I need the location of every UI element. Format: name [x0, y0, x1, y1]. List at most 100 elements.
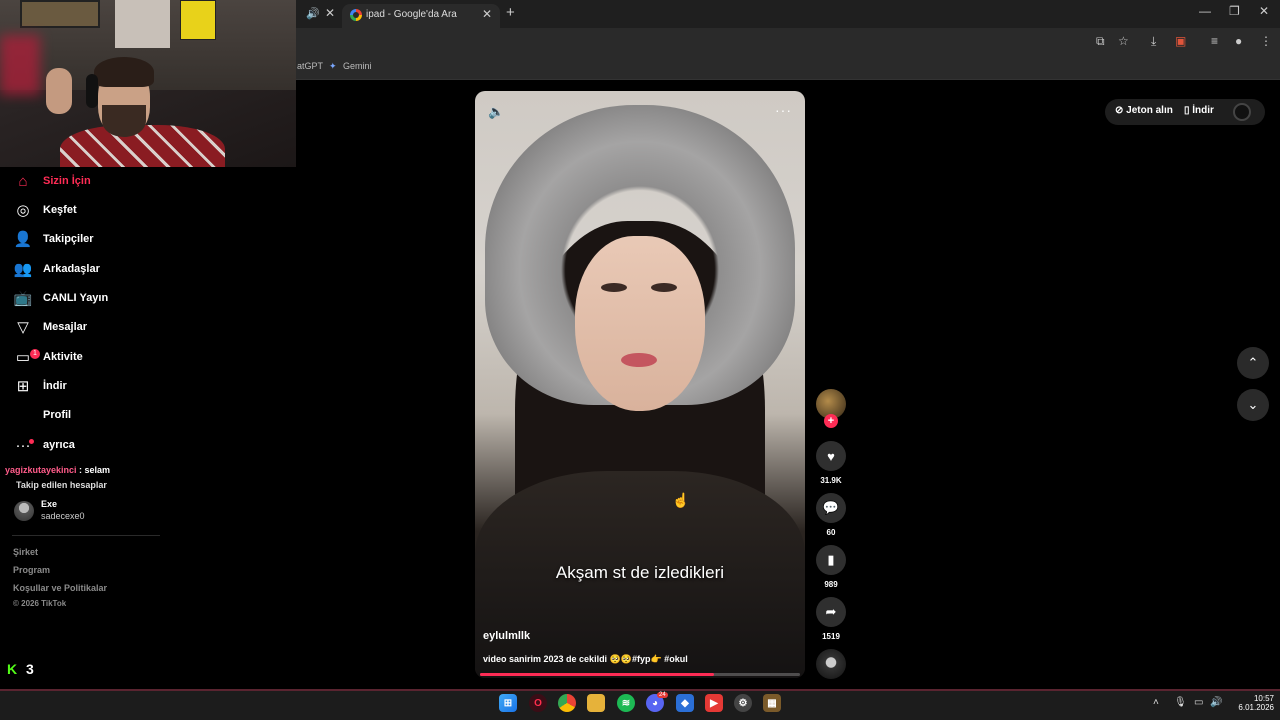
headset-icon	[86, 74, 98, 108]
webcam-person-beard	[102, 105, 146, 137]
speaker-icon[interactable]: 🔊	[1210, 697, 1222, 708]
star-icon[interactable]: ☆	[1118, 34, 1129, 48]
tab-close-icon[interactable]: ✕	[482, 7, 492, 21]
footer-link-company[interactable]: Şirket	[13, 547, 38, 557]
bookmark-gemini[interactable]: Gemini	[343, 61, 372, 71]
webcam-poster	[20, 0, 100, 28]
footer-link-program[interactable]: Program	[13, 565, 50, 575]
sidebar-item-label: Mesajlar	[43, 321, 88, 333]
more-icon: ···	[13, 435, 34, 455]
google-icon	[350, 9, 362, 21]
footer-link-terms[interactable]: Koşullar ve Politikalar	[13, 583, 107, 593]
install-icon[interactable]: ⧉	[1096, 34, 1105, 49]
display-icon[interactable]: ▭	[1194, 697, 1203, 708]
clock-time: 10:57	[1253, 694, 1274, 703]
video-progress-fill	[480, 673, 714, 676]
sidebar-item-download[interactable]: ⊞ İndir	[13, 373, 193, 399]
follow-plus-icon[interactable]: +	[824, 414, 838, 428]
bookmark-chatgpt[interactable]: atGPT	[297, 61, 323, 71]
sidebar-item-friends[interactable]: 👥 Arkadaşlar	[13, 256, 193, 282]
webcam-overlay	[0, 0, 296, 167]
sidebar-item-explore[interactable]: ◎ Keşfet	[13, 197, 193, 223]
steam-icon[interactable]: ⚙	[734, 694, 752, 712]
translate-icon[interactable]: ▣	[1175, 34, 1186, 48]
speaker-icon[interactable]: 🔊	[306, 7, 320, 20]
app-icon[interactable]: ◆	[676, 694, 694, 712]
close-icon[interactable]: ✕	[325, 6, 335, 20]
save-button[interactable]: ▮	[816, 545, 846, 575]
menu-icon[interactable]: ⋮	[1260, 34, 1272, 48]
volume-icon[interactable]: 🔈	[488, 104, 504, 120]
sidebar-item-messages[interactable]: ▽ Mesajlar	[13, 314, 193, 340]
next-video-button[interactable]: ⌄	[1237, 389, 1269, 421]
download-app-button[interactable]: ▯ İndir	[1184, 105, 1214, 116]
window-close-icon[interactable]: ✕	[1259, 4, 1269, 18]
sidebar-item-label: Sizin İçin	[43, 175, 91, 187]
restore-icon[interactable]: ❐	[1229, 4, 1240, 18]
avatar[interactable]	[14, 501, 34, 521]
music-disc-icon[interactable]	[816, 649, 846, 679]
gemini-icon: ✦	[329, 61, 337, 71]
sidebar-item-live[interactable]: 📺 CANLI Yayın	[13, 285, 193, 311]
save-count: 989	[824, 580, 838, 589]
comment-count: 60	[826, 528, 836, 537]
browser-tab[interactable]: ipad - Google'da Ara ✕	[342, 4, 500, 28]
opera-icon[interactable]: O	[529, 694, 547, 712]
discord-badge: 24	[657, 692, 668, 698]
comment-button[interactable]: 💬	[816, 493, 846, 523]
share-icon: ➦	[825, 604, 837, 619]
video-subtitle: Akşam st de izledikleri	[555, 563, 725, 582]
coin-icon: ⊘	[1115, 105, 1127, 116]
video-player[interactable]: 🔈 ··· Akşam st de izledikleri eylulmllk …	[475, 91, 805, 678]
windows-start-icon[interactable]: ⊞	[499, 694, 517, 712]
new-tab-button[interactable]: +	[506, 4, 515, 21]
messages-icon: ▽	[17, 319, 29, 336]
minecraft-icon[interactable]: ▦	[763, 694, 781, 712]
sidebar-item-activity[interactable]: ▭ 1 Aktivite	[13, 344, 193, 370]
top-actions: ⊘ Jeton alın ▯ İndir	[1105, 99, 1265, 125]
chevron-up-icon[interactable]: ˄	[1153, 697, 1159, 708]
home-icon: ⌂	[18, 172, 28, 190]
sidebar-item-for-you[interactable]: ⌂ Sizin İçin	[13, 168, 193, 194]
obs-icon[interactable]: ▶	[705, 694, 723, 712]
download-icon[interactable]: ⤓	[1151, 34, 1156, 49]
minimize-icon[interactable]: —	[1199, 4, 1211, 18]
stream-chat-message: yagizkutayekinci : selam	[5, 465, 110, 475]
webcam-poster	[115, 0, 170, 48]
chevron-down-icon: ⌄	[1247, 397, 1259, 412]
like-count: 31.9K	[820, 476, 842, 485]
get-coins-button[interactable]: ⊘ Jeton alın	[1115, 105, 1173, 116]
friends-icon: 👥	[13, 261, 33, 278]
previous-video-button[interactable]: ⌃	[1237, 347, 1269, 379]
account-handle[interactable]: sadecexe0	[41, 511, 85, 521]
avatar[interactable]: ●	[1235, 34, 1242, 48]
taskbar-clock[interactable]: 10:57 6.01.2026	[1234, 694, 1274, 712]
chevron-up-icon: ⌃	[1247, 355, 1259, 370]
divider	[12, 535, 160, 536]
clock-date: 6.01.2026	[1238, 703, 1274, 712]
account-name[interactable]: Exe	[41, 499, 57, 509]
copyright: © 2026 TikTok	[13, 599, 67, 608]
avatar[interactable]	[1233, 103, 1251, 121]
video-caption: video sanirim 2023 de cekildi 🥺🥺#fyp👉 #o…	[483, 654, 688, 664]
sidebar-item-label: Arkadaşlar	[43, 263, 100, 275]
folder-icon[interactable]	[587, 694, 605, 712]
chrome-icon[interactable]	[558, 694, 576, 712]
share-button[interactable]: ➦	[816, 597, 846, 627]
video-author[interactable]: eylulmllk	[483, 630, 530, 642]
cursor-icon: ☝	[672, 492, 690, 508]
media-icon[interactable]: ≡	[1211, 34, 1218, 48]
like-button[interactable]: ♥	[816, 441, 846, 471]
sidebar-item-following[interactable]: 👤 Takipçiler	[13, 226, 193, 252]
video-progress-bar[interactable]	[480, 673, 800, 676]
sidebar-item-more[interactable]: ··· ayrıca	[13, 432, 193, 458]
more-options-icon[interactable]: ···	[775, 102, 792, 118]
video-person-face	[575, 236, 705, 411]
sidebar-item-profile[interactable]: Profil	[13, 402, 193, 428]
microphone-icon[interactable]: 🎙	[1174, 697, 1187, 708]
spotify-icon[interactable]: ≋	[617, 694, 635, 712]
notification-badge: 1	[30, 349, 40, 359]
comment-icon: 💬	[822, 500, 840, 515]
profile-icon	[13, 405, 33, 425]
chat-username: yagizkutayekinci	[5, 465, 77, 475]
